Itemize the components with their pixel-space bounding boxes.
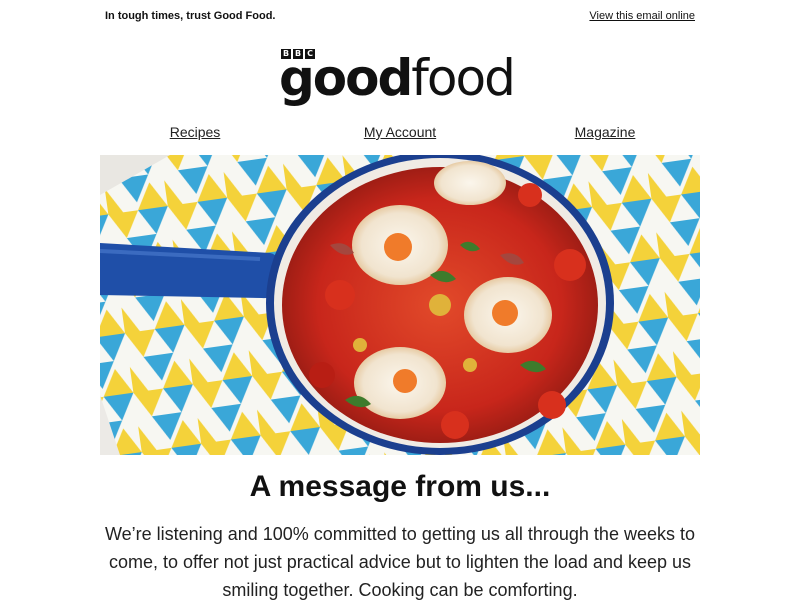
nav-link-magazine[interactable]: Magazine [575,124,636,140]
main-nav: Recipes My Account Magazine [0,124,800,146]
hero-image[interactable] [100,155,700,455]
good-food-logo[interactable]: B B C goodfood [0,44,800,114]
logo-good: good [279,49,413,107]
email-header-bar: In tough times, trust Good Food. View th… [0,0,800,34]
nav-link-recipes[interactable]: Recipes [170,124,221,140]
tagline: In tough times, trust Good Food. [105,10,276,22]
view-online-link[interactable]: View this email online [589,10,695,22]
logo-wordmark: goodfood [279,49,516,107]
nav-link-my-account[interactable]: My Account [364,124,436,140]
logo-food: food [411,49,516,107]
message-headline: A message from us... [249,470,551,503]
message-body: We’re listening and 100% committed to ge… [104,524,695,600]
shakshuka-pan-illustration [100,155,700,455]
